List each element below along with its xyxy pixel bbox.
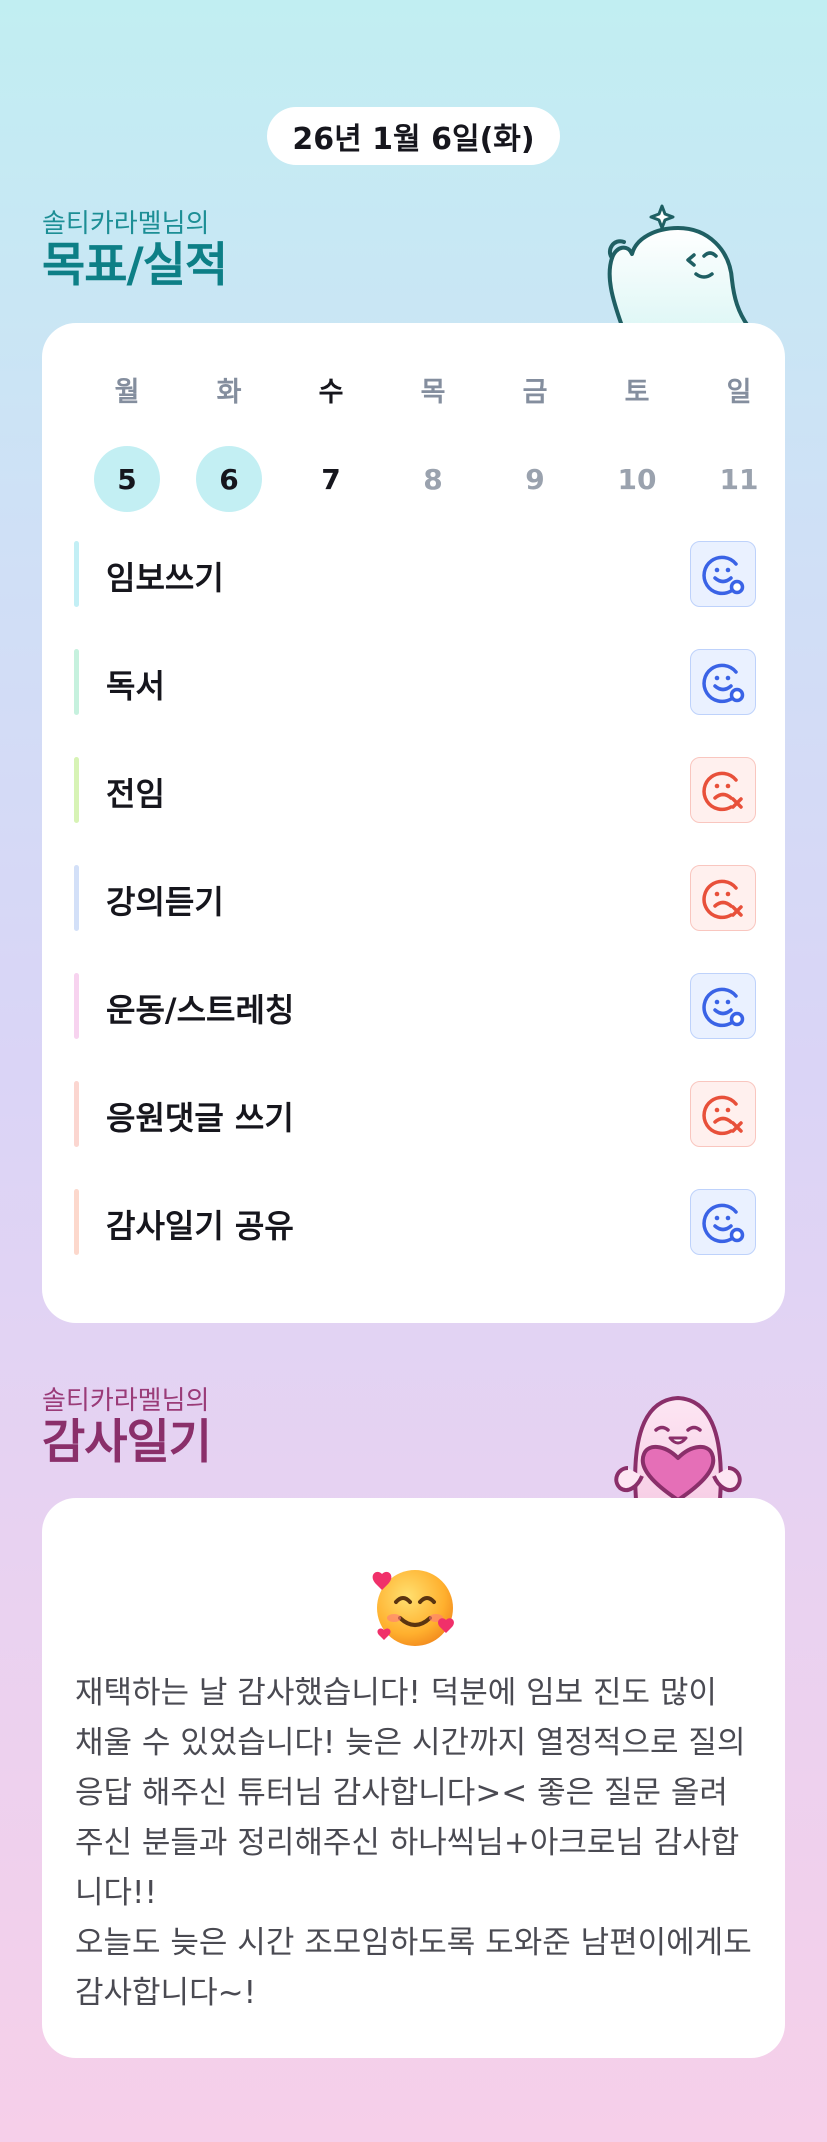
goal-status-badge[interactable] [690, 973, 756, 1039]
goal-status-badge[interactable] [690, 1189, 756, 1255]
goal-status-badge[interactable] [690, 757, 756, 823]
goal-label: 임보쓰기 [106, 559, 224, 597]
goal-list: 임보쓰기 독서 전임 강의듣기 운동/스트레칭 응원댓글 쓰기 감사일기 공유 [74, 541, 756, 1297]
date-cell[interactable]: 9 [502, 446, 568, 512]
date-cell[interactable]: 7 [298, 446, 364, 512]
goal-label: 전임 [106, 775, 165, 813]
date-row: 5 6 7 8 9 10 11 [76, 413, 759, 513]
weekday-fri: 금 [522, 377, 548, 408]
goal-label: 강의듣기 [106, 883, 224, 921]
weekday-sat: 토 [624, 377, 650, 408]
goal-status-badge[interactable] [690, 865, 756, 931]
weekday-tue: 화 [216, 377, 242, 408]
goal-status-badge[interactable] [690, 541, 756, 607]
goal-color-bar [74, 541, 79, 607]
smile-check-icon [702, 663, 745, 704]
smile-check-icon [702, 555, 745, 596]
date-cell[interactable]: 5 [94, 446, 160, 512]
smile-check-icon [702, 1203, 745, 1244]
date-cell[interactable]: 6 [196, 446, 262, 512]
weekday-mon: 월 [114, 377, 140, 408]
goal-status-badge[interactable] [690, 1081, 756, 1147]
goal-color-bar [74, 1189, 79, 1255]
gratitude-section-heading: 감사일기 [42, 1415, 212, 1470]
goal-item[interactable]: 감사일기 공유 [74, 1189, 756, 1255]
goal-item[interactable]: 응원댓글 쓰기 [74, 1081, 756, 1147]
goal-label: 응원댓글 쓰기 [106, 1099, 294, 1137]
goal-item[interactable]: 운동/스트레칭 [74, 973, 756, 1039]
date-cell[interactable]: 10 [604, 446, 670, 512]
goal-item[interactable]: 임보쓰기 [74, 541, 756, 607]
goal-color-bar [74, 757, 79, 823]
goals-section-heading: 목표/실적 [42, 238, 228, 293]
mascot-heart-icon [614, 1396, 742, 1502]
gratitude-diary-text: 재택하는 날 감사했습니다! 덕분에 임보 진도 많이 채울 수 있었습니다! … [75, 1675, 752, 2011]
goal-status-badge[interactable] [690, 649, 756, 715]
goal-item[interactable]: 전임 [74, 757, 756, 823]
date-text: 26년 1월 6일(화) [292, 122, 535, 157]
goal-label: 운동/스트레칭 [106, 991, 295, 1029]
gratitude-section-title: 솔티카라멜님의 감사일기 [42, 1385, 212, 1470]
goal-color-bar [74, 1081, 79, 1147]
smile-check-icon [702, 987, 745, 1028]
sad-x-icon [702, 1095, 743, 1136]
date-pill: 26년 1월 6일(화) [267, 107, 560, 165]
weekday-row: 월 화 수 목 금 토 일 [76, 373, 759, 413]
mascot-thumbs-up-icon [607, 204, 750, 328]
weekday-wed: 수 [318, 377, 344, 408]
goal-color-bar [74, 649, 79, 715]
goal-color-bar [74, 973, 79, 1039]
sad-x-icon [702, 771, 743, 812]
goals-card: 월 화 수 목 금 토 일 5 6 7 8 9 10 11 임보쓰기 독서 전임… [42, 323, 785, 1323]
sad-x-icon [702, 879, 743, 920]
week-calendar: 월 화 수 목 금 토 일 5 6 7 8 9 10 11 [76, 373, 759, 513]
goals-section-title: 솔티카라멜님의 목표/실적 [42, 208, 228, 293]
goal-label: 독서 [106, 667, 165, 705]
goal-label: 감사일기 공유 [106, 1207, 294, 1245]
weekday-sun: 일 [726, 377, 752, 408]
date-cell[interactable]: 8 [400, 446, 466, 512]
gratitude-section-subtitle: 솔티카라멜님의 [42, 1386, 210, 1416]
goal-color-bar [74, 865, 79, 931]
goal-item[interactable]: 강의듣기 [74, 865, 756, 931]
date-cell[interactable]: 11 [706, 446, 772, 512]
smiling-face-with-hearts-icon [372, 1570, 454, 1646]
weekday-thu: 목 [420, 377, 446, 408]
goals-section-subtitle: 솔티카라멜님의 [42, 209, 210, 239]
goal-item[interactable]: 독서 [74, 649, 756, 715]
gratitude-card: 재택하는 날 감사했습니다! 덕분에 임보 진도 많이 채울 수 있었습니다! … [42, 1498, 785, 2058]
